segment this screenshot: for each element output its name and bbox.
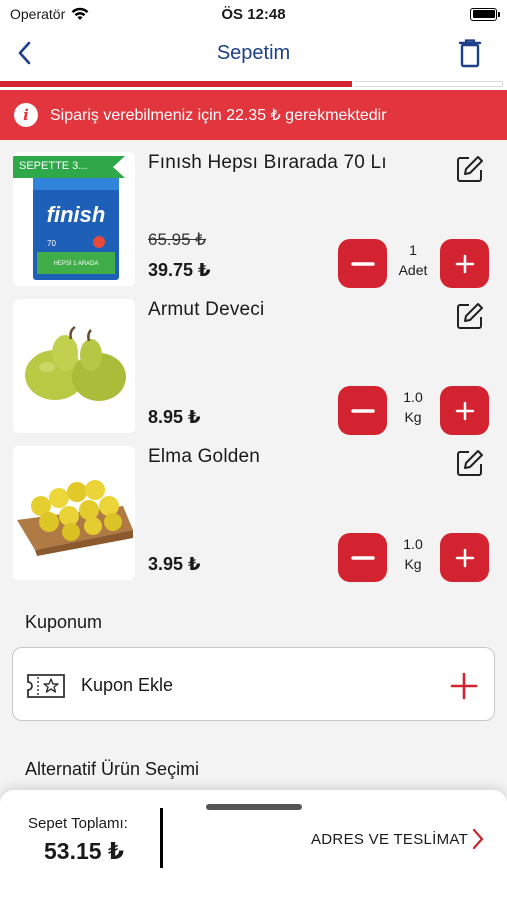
status-time: ÖS 12:48 xyxy=(221,5,286,23)
minus-icon xyxy=(350,408,375,413)
quantity-value: 1.0 xyxy=(403,389,423,405)
quantity-unit: Kg xyxy=(404,409,422,425)
apples-crate-image xyxy=(13,446,135,580)
decrease-button[interactable] xyxy=(338,533,387,582)
total-value: 53.15 ₺ xyxy=(44,838,124,864)
plus-icon xyxy=(455,254,474,273)
sheet-grabber[interactable] xyxy=(206,804,302,810)
chevron-right-icon[interactable] xyxy=(470,827,486,851)
price: 39.75 ₺ xyxy=(148,260,211,280)
add-coupon-button[interactable]: Kupon Ekle xyxy=(12,647,495,721)
alternative-section-title: Alternatif Ürün Seçimi xyxy=(25,759,200,779)
cart-item-finish: finish 70 HEPSİ 1 ARADA SEPETTE 3... Fın… xyxy=(0,148,507,290)
decrease-button[interactable] xyxy=(338,386,387,435)
coupon-section-title: Kuponum xyxy=(25,612,103,632)
item-name: Elma Golden xyxy=(148,446,261,467)
coupon-label: Kupon Ekle xyxy=(81,675,174,695)
quantity-display: 1 Adet xyxy=(390,240,436,280)
quantity-display: 1.0 Kg xyxy=(390,534,436,574)
wifi-icon xyxy=(71,7,89,20)
quantity-value: 1 xyxy=(409,242,417,258)
price: 3.95 ₺ xyxy=(148,554,201,574)
info-icon: i xyxy=(14,103,38,127)
increase-button[interactable] xyxy=(440,386,489,435)
item-name: Armut Deveci xyxy=(148,299,265,320)
plus-icon xyxy=(450,672,478,700)
edit-icon[interactable] xyxy=(455,448,485,478)
item-name: Fınısh Hepsı Bırarada 70 Lı xyxy=(148,152,387,173)
page-title: Sepetim xyxy=(216,41,291,64)
product-image-finish: finish 70 HEPSİ 1 ARADA SEPETTE 3... xyxy=(13,152,135,286)
plus-icon xyxy=(455,401,474,420)
progress-fill xyxy=(0,81,352,87)
total-label: Sepet Toplamı: xyxy=(28,815,128,832)
battery-icon xyxy=(470,7,500,21)
promo-badge-text: SEPETTE 3... xyxy=(19,160,88,172)
pears-image xyxy=(13,299,135,433)
carrier-label: Operatör xyxy=(10,6,66,22)
nav-bar: Sepetim xyxy=(0,28,507,78)
quantity-unit: Adet xyxy=(398,262,428,278)
increase-button[interactable] xyxy=(440,533,489,582)
product-image-apple xyxy=(13,446,135,580)
status-right xyxy=(317,7,500,21)
minus-icon xyxy=(350,261,375,266)
finish-caption-text: HEPSİ 1 ARADA xyxy=(53,260,98,267)
quantity-display: 1.0 Kg xyxy=(390,387,436,427)
finish-brand-text: finish xyxy=(47,202,106,227)
divider xyxy=(160,808,163,868)
back-icon[interactable] xyxy=(12,38,42,68)
minus-icon xyxy=(350,555,375,560)
edit-icon[interactable] xyxy=(455,154,485,184)
finish-count-text: 70 xyxy=(47,239,56,248)
min-order-alert: i Sipariş verebilmeniz için 22.35 ₺ gere… xyxy=(0,90,507,140)
price: 8.95 ₺ xyxy=(148,407,201,427)
coupon-ticket-icon xyxy=(27,674,65,698)
quantity-unit: Kg xyxy=(404,556,422,572)
decrease-button[interactable] xyxy=(338,239,387,288)
checkout-bar: Sepet Toplamı: 53.15 ₺ ADRES VE TESLİMAT xyxy=(0,790,507,900)
plus-icon xyxy=(455,548,474,567)
trash-icon[interactable] xyxy=(457,38,483,68)
status-left: Operatör xyxy=(10,6,190,22)
status-bar: Operatör ÖS 12:48 xyxy=(0,0,507,28)
checkout-button[interactable]: ADRES VE TESLİMAT xyxy=(311,831,468,848)
cart-item-apple: Elma Golden 3.95 ₺ 1.0 Kg xyxy=(0,442,507,584)
progress-remaining xyxy=(354,81,503,87)
product-image-pear xyxy=(13,299,135,433)
old-price: 65.95 ₺ xyxy=(148,230,207,249)
min-order-progress xyxy=(0,78,507,90)
edit-icon[interactable] xyxy=(455,301,485,331)
increase-button[interactable] xyxy=(440,239,489,288)
cart-item-pear: Armut Deveci 8.95 ₺ 1.0 Kg xyxy=(0,295,507,437)
quantity-value: 1.0 xyxy=(403,536,423,552)
alert-text: Sipariş verebilmeniz için 22.35 ₺ gerekm… xyxy=(50,107,387,124)
